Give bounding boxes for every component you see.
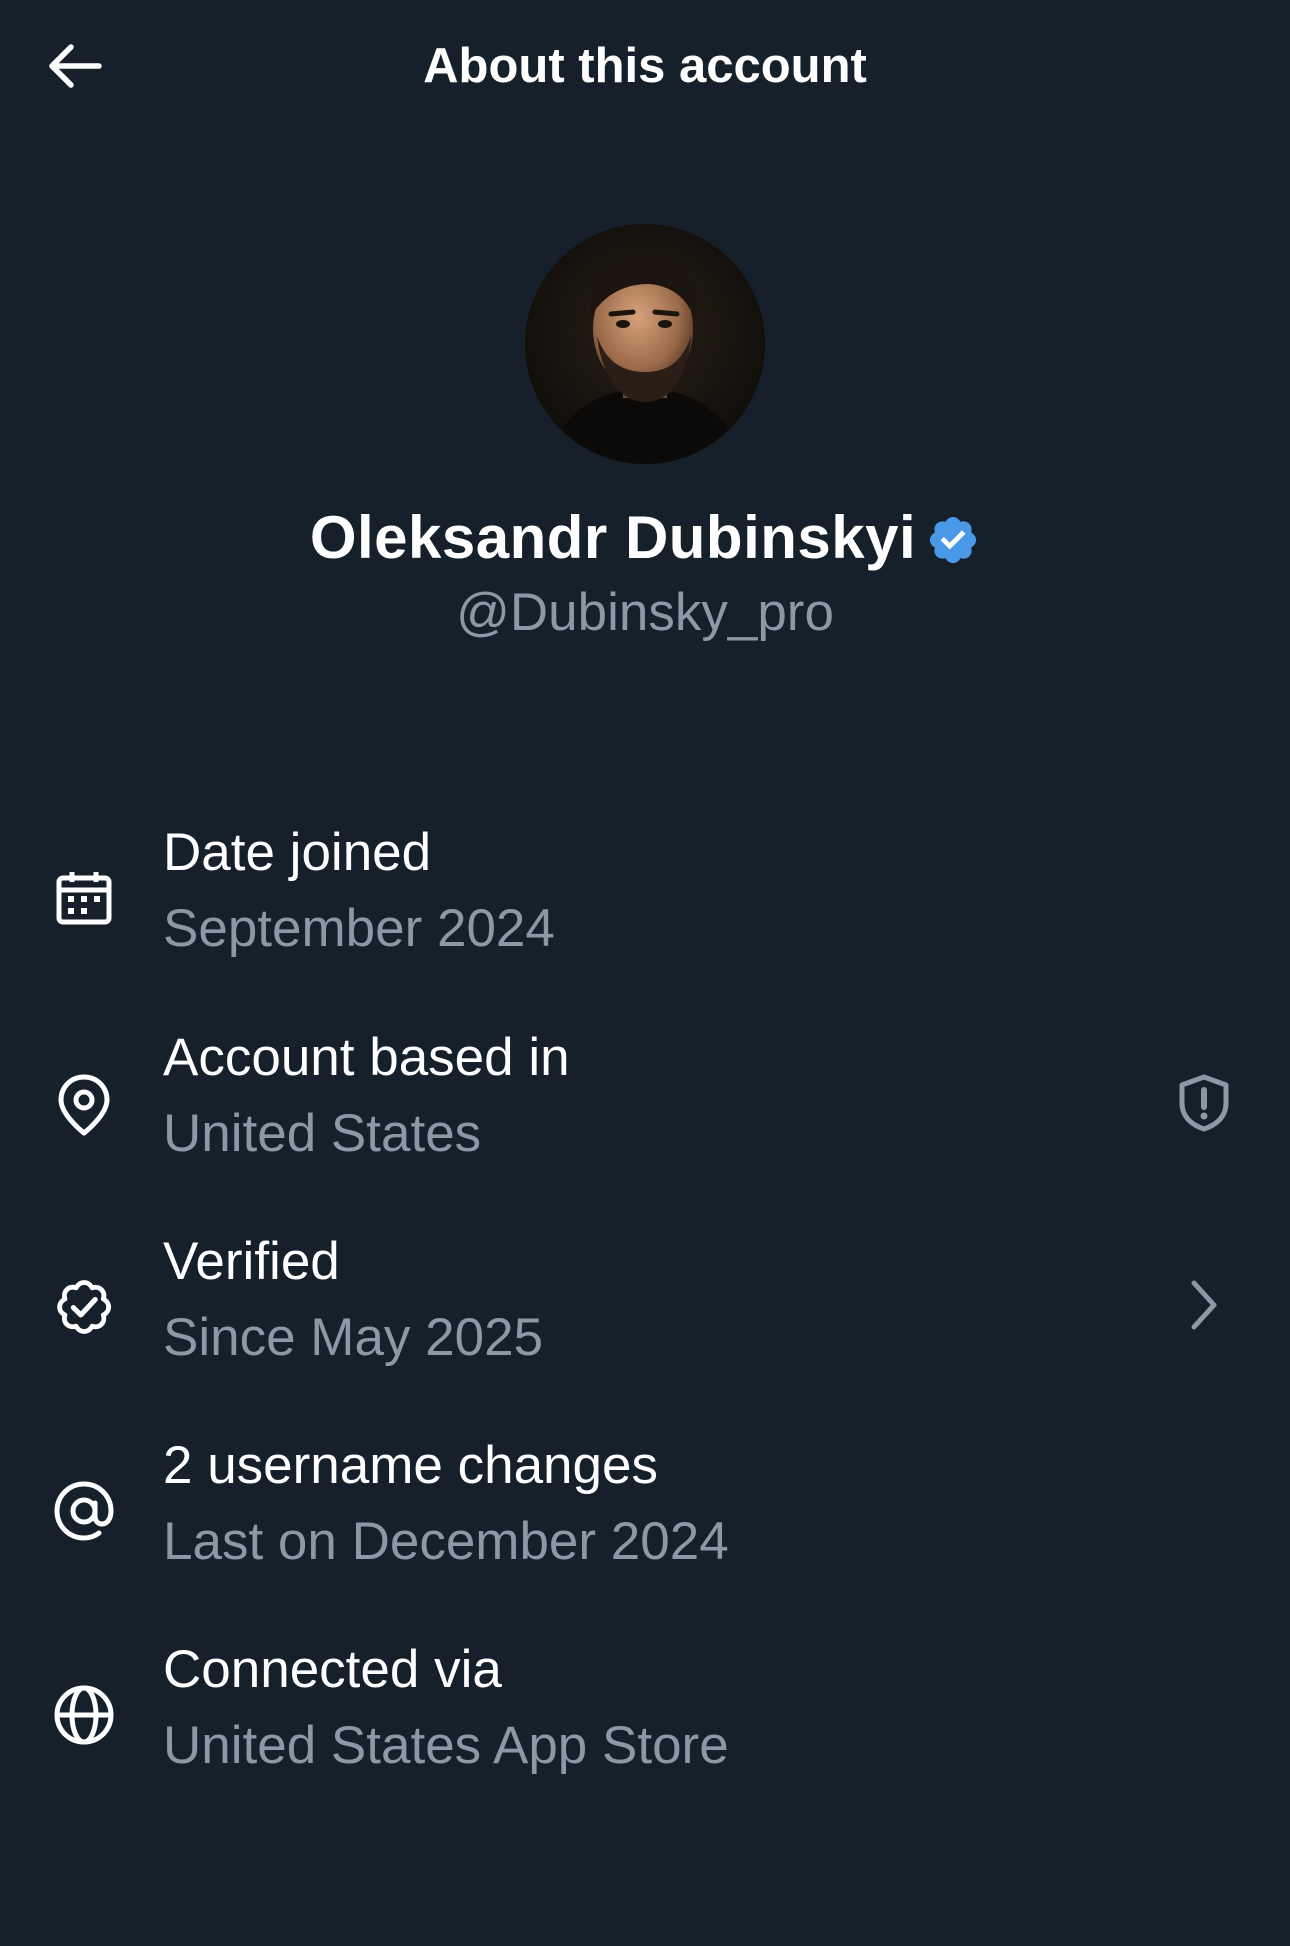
row-label: 2 username changes — [163, 1436, 658, 1495]
row-value: Last on December 2024 — [163, 1512, 729, 1571]
row-value: Since May 2025 — [163, 1308, 544, 1367]
row-value: United States — [163, 1104, 482, 1163]
chevron-right-icon[interactable] — [1172, 1273, 1236, 1337]
row-label: Account based in — [163, 1028, 570, 1087]
verified-check-icon — [48, 1271, 120, 1343]
calendar-icon — [48, 862, 120, 934]
display-name: Oleksandr Dubinskyi — [309, 504, 917, 571]
connected-via-row: Connected via United States App Store — [0, 1627, 1290, 1827]
row-label: Connected via — [163, 1640, 502, 1699]
profile-handle: @Dubinsky_pro — [456, 583, 834, 642]
top-app-bar: About this account — [0, 0, 1290, 134]
row-label: Date joined — [163, 823, 432, 882]
row-value: September 2024 — [163, 899, 555, 958]
globe-icon — [48, 1679, 120, 1751]
date-joined-row: Date joined September 2024 — [0, 810, 1290, 1010]
at-sign-icon — [48, 1475, 120, 1547]
row-value: United States App Store — [163, 1716, 729, 1775]
verified-row[interactable]: Verified Since May 2025 — [0, 1219, 1290, 1419]
username-changes-row: 2 username changes Last on December 2024 — [0, 1423, 1290, 1623]
avatar[interactable] — [525, 224, 765, 464]
location-pin-icon — [48, 1069, 120, 1141]
verified-badge-icon — [930, 516, 977, 564]
avatar-image — [525, 224, 765, 464]
shield-alert-icon[interactable] — [1172, 1071, 1236, 1135]
profile-name-row: Oleksandr Dubinskyi — [0, 502, 1290, 574]
page-title: About this account — [423, 39, 867, 93]
row-label: Verified — [163, 1232, 340, 1291]
account-based-in-row: Account based in United States — [0, 1015, 1290, 1215]
